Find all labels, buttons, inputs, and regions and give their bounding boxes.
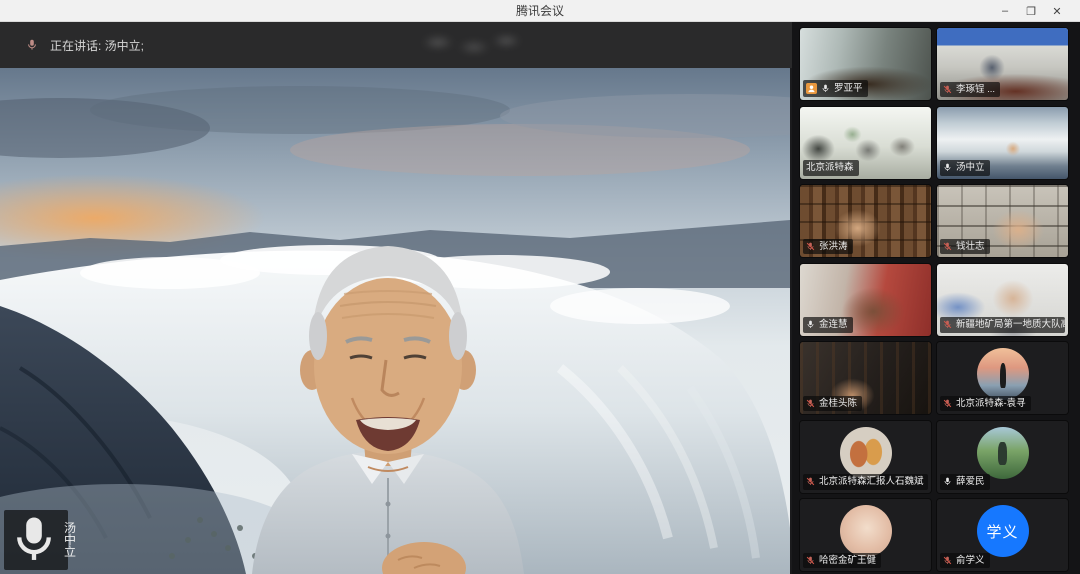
participant-name: 金连慧 (819, 320, 848, 330)
participant-name: 金桂头陈 (819, 399, 857, 409)
participants-sidebar: 罗亚平 李琢锃 ... 北京派特森 (792, 22, 1080, 574)
mic-icon (943, 320, 952, 329)
mic-icon (806, 399, 815, 408)
main-video-canvas (0, 68, 790, 574)
participant-tile[interactable]: 李琢锃 ... (937, 28, 1068, 100)
participant-name: 俞学义 (956, 556, 985, 566)
window-controls: – ❐ ✕ (992, 0, 1070, 22)
mic-icon (821, 84, 830, 93)
participant-name-label: 金桂头陈 (803, 396, 862, 412)
participant-avatar (840, 505, 892, 557)
main-speaker-name: 汤中立 (64, 522, 76, 558)
mic-icon (943, 242, 952, 251)
participant-name: 北京派特森-袁寻 (956, 399, 1026, 409)
participant-name-label: 北京派特森 (803, 160, 859, 176)
participant-tile[interactable]: 北京派特森 (800, 107, 931, 179)
main-speaker-video[interactable]: 汤中立 (0, 68, 790, 574)
participant-grid: 罗亚平 李琢锃 ... 北京派特森 (800, 28, 1068, 571)
window-title: 腾讯会议 (516, 2, 564, 19)
participant-tile[interactable]: 汤中立 (937, 107, 1068, 179)
participant-name: 李琢锃 ... (956, 85, 995, 95)
main-speaker-name-label: 汤中立 (4, 510, 68, 570)
participant-tile[interactable]: 金连慧 (800, 264, 931, 336)
participant-name: 北京派特森 (806, 163, 854, 173)
mic-icon (943, 163, 952, 172)
participant-tile[interactable]: 北京派特森-袁寻 (937, 342, 1068, 414)
participant-tile[interactable]: 张洪涛 (800, 185, 931, 257)
participant-tile[interactable]: 薛爱民 (937, 421, 1068, 493)
participant-name-label: 钱壮志 (940, 239, 990, 255)
member-badge-icon (806, 83, 817, 94)
participant-name-label: 哈密金矿王健 (803, 553, 881, 569)
main-stage: 正在讲话: 汤中立; (0, 22, 792, 574)
participant-tile[interactable]: 钱壮志 (937, 185, 1068, 257)
speaking-banner: 正在讲话: 汤中立; (0, 22, 792, 68)
mic-icon (806, 320, 815, 329)
mic-icon (943, 556, 952, 565)
participant-avatar: 学义 (977, 505, 1029, 557)
participant-name-label: 北京派特森汇报人石魏斌 (803, 474, 928, 490)
participant-tile[interactable]: 北京派特森汇报人石魏斌 (800, 421, 931, 493)
mic-icon (943, 399, 952, 408)
participant-name: 新疆地矿局第一地质大队高俊宝 (956, 320, 1065, 330)
speaking-mic-icon (26, 39, 38, 51)
participant-name: 哈密金矿王健 (819, 556, 876, 566)
mic-icon (806, 477, 815, 486)
watermark (408, 28, 528, 60)
participant-name-label: 罗亚平 (803, 80, 868, 97)
speaking-banner-text: 正在讲话: 汤中立; (50, 37, 144, 54)
mic-icon (943, 477, 952, 486)
participant-name-label: 李琢锃 ... (940, 82, 1000, 98)
participant-name-label: 汤中立 (940, 160, 990, 176)
participant-name: 汤中立 (956, 163, 985, 173)
participant-tile[interactable]: 新疆地矿局第一地质大队高俊宝 (937, 264, 1068, 336)
participant-name: 薛爱民 (956, 477, 985, 487)
participant-name: 钱壮志 (956, 242, 985, 252)
minimize-button[interactable]: – (992, 0, 1018, 22)
participant-name: 罗亚平 (834, 84, 863, 94)
participant-avatar (840, 427, 892, 479)
mic-icon (943, 85, 952, 94)
participant-tile[interactable]: 金桂头陈 (800, 342, 931, 414)
mic-icon (806, 556, 815, 565)
participant-name-label: 薛爱民 (940, 474, 990, 490)
participant-name: 北京派特森汇报人石魏斌 (819, 477, 924, 487)
participant-avatar (977, 348, 1029, 400)
close-button[interactable]: ✕ (1044, 0, 1070, 22)
participant-name-label: 金连慧 (803, 317, 853, 333)
participant-name-label: 新疆地矿局第一地质大队高俊宝 (940, 317, 1065, 333)
window-titlebar: 腾讯会议 – ❐ ✕ (0, 0, 1080, 22)
mic-icon (806, 242, 815, 251)
participant-avatar (977, 427, 1029, 479)
participant-name-label: 张洪涛 (803, 239, 853, 255)
participant-tile[interactable]: 罗亚平 (800, 28, 931, 100)
mic-icon (8, 514, 60, 566)
participant-name-label: 俞学义 (940, 553, 990, 569)
participant-name: 张洪涛 (819, 242, 848, 252)
participant-tile[interactable]: 哈密金矿王健 (800, 499, 931, 571)
meeting-window: 腾讯会议 – ❐ ✕ 正在讲话: 汤中立; (0, 0, 1080, 574)
maximize-button[interactable]: ❐ (1018, 0, 1044, 22)
participant-name-label: 北京派特森-袁寻 (940, 396, 1031, 412)
participant-tile[interactable]: 学义 俞学义 (937, 499, 1068, 571)
